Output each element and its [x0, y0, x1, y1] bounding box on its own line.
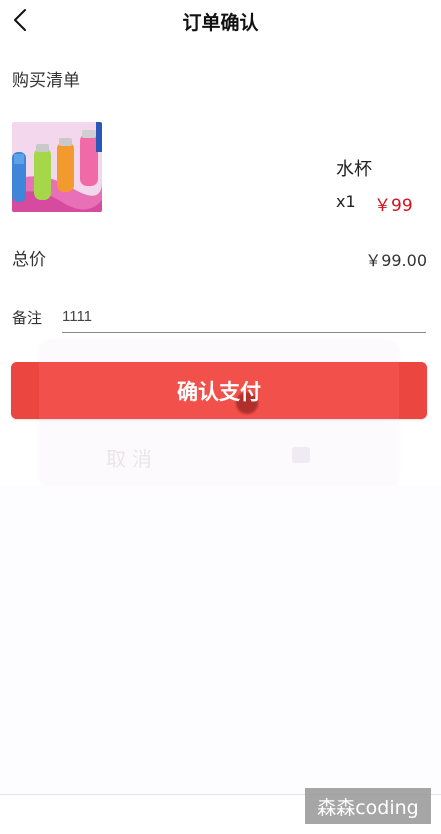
cups-product-photo	[12, 122, 102, 212]
modal-faded-icon	[292, 447, 310, 463]
total-label: 总价	[12, 250, 46, 270]
product-image[interactable]	[12, 122, 102, 212]
purchase-list-label: 购买清单	[12, 71, 80, 91]
product-name: 水杯	[336, 159, 372, 180]
modal-cancel-button[interactable]: 取消	[106, 443, 158, 472]
button-edge-right	[399, 362, 427, 419]
button-edge-left	[11, 362, 39, 419]
remark-input[interactable]	[62, 302, 426, 333]
page-title: 订单确认	[182, 12, 259, 34]
empty-content-area	[0, 486, 441, 794]
confirm-pay-label: 确认支付	[177, 380, 261, 404]
product-quantity: x1	[336, 192, 356, 211]
top-navbar: 订单确认	[0, 0, 441, 42]
confirm-pay-button[interactable]: 确认支付	[11, 362, 427, 419]
remark-label: 备注	[12, 309, 43, 327]
watermark: 森森coding	[305, 788, 431, 824]
total-value: ￥99.00	[365, 251, 427, 270]
product-price: ￥99	[374, 196, 413, 216]
